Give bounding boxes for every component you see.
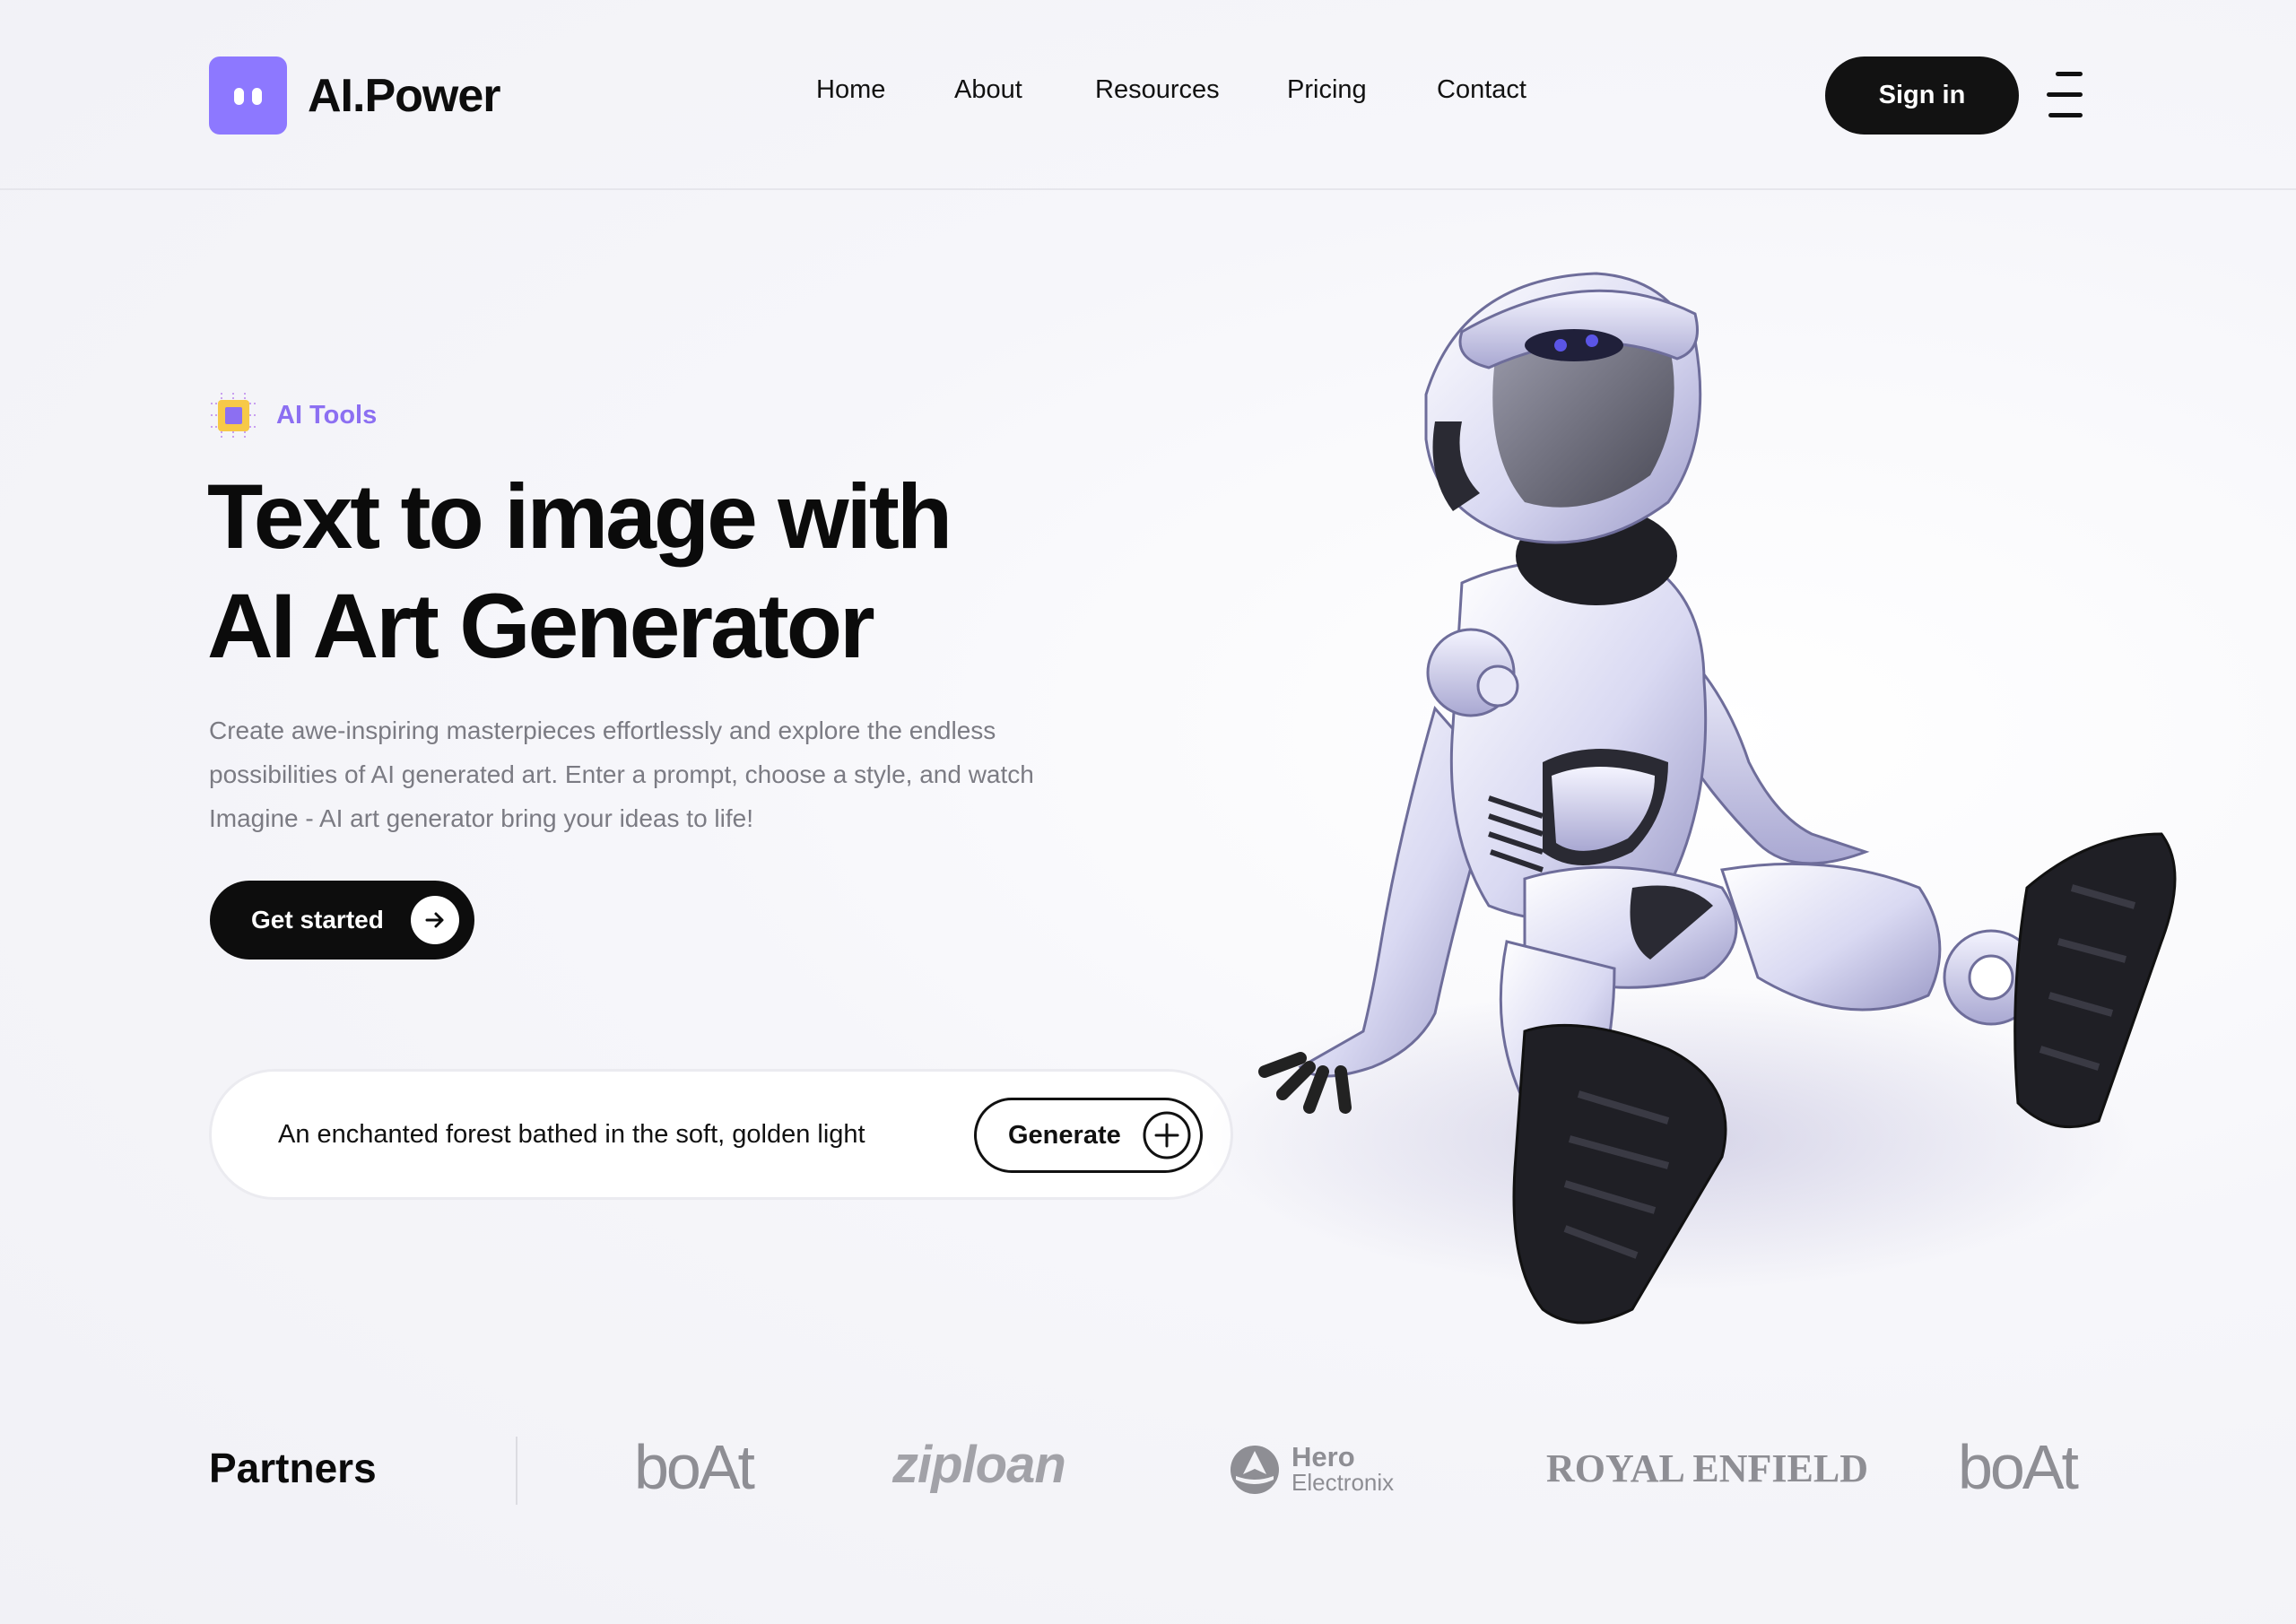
hero-logo-icon <box>1231 1446 1279 1494</box>
sign-in-button[interactable]: Sign in <box>1825 56 2019 135</box>
nav-pricing[interactable]: Pricing <box>1287 75 1367 105</box>
ai-tools-badge: AI Tools <box>209 391 377 440</box>
badge-label: AI Tools <box>276 401 378 430</box>
prompt-input[interactable] <box>278 1112 888 1157</box>
menu-icon[interactable] <box>2047 72 2086 118</box>
nav-home[interactable]: Home <box>816 75 885 105</box>
headline-line-2: AI Art Generator <box>207 575 875 677</box>
headline-line-1: Text to image with <box>207 465 952 568</box>
partner-logo-hero-electronix: Hero Electronix <box>1229 1441 1395 1496</box>
partner-logo-boat: boAt <box>634 1432 755 1502</box>
partner-logo-royal-enfield: ROYAL ENFIELD <box>1546 1446 1869 1490</box>
partners-divider <box>516 1437 517 1505</box>
partner-logo-ziploan: ziploan <box>892 1436 1066 1494</box>
nav-resources[interactable]: Resources <box>1095 75 1220 105</box>
get-started-label: Get started <box>251 906 384 934</box>
get-started-button[interactable]: Get started <box>210 881 474 960</box>
arrow-right-icon <box>411 896 459 944</box>
nav-contact[interactable]: Contact <box>1437 75 1526 105</box>
hero-description: Create awe-inspiring masterpieces effort… <box>209 716 1034 832</box>
robot-illustration <box>1202 272 2177 1324</box>
hero-logo-text-2: Electronix <box>1292 1469 1395 1496</box>
hero-headline: Text to image with AI Art Generator <box>207 462 1104 681</box>
chip-icon <box>211 393 257 439</box>
partner-logo-boat-2: boAt <box>1958 1432 2079 1502</box>
site-header: AI.Power Home About Resources Pricing Co… <box>0 0 2296 190</box>
hero-logo-text-1: Hero <box>1292 1441 1355 1472</box>
nav-about[interactable]: About <box>954 75 1022 105</box>
prompt-bar: Generate <box>209 1069 1233 1200</box>
partners-title: Partners <box>209 1445 377 1491</box>
generate-label: Generate <box>1008 1120 1121 1150</box>
